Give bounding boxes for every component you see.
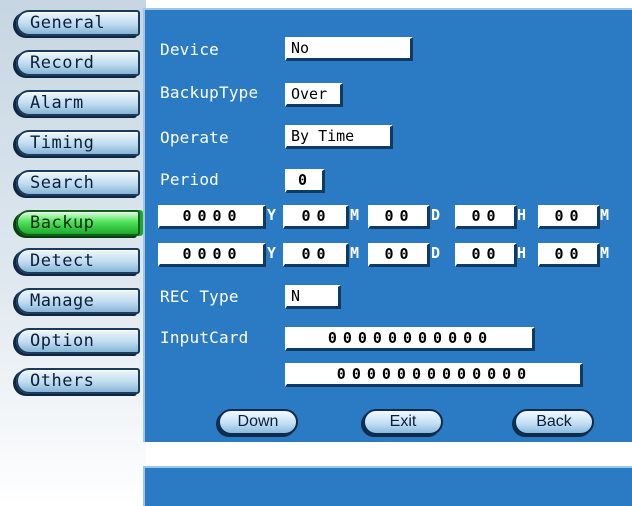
menu-search[interactable]: Search (16, 170, 140, 196)
menu-record[interactable]: Record (16, 50, 140, 76)
input-card-label: InputCard (160, 328, 249, 347)
end-minute-unit: M (600, 244, 610, 262)
device-label: Device (160, 40, 219, 59)
rec-type-label: REC Type (160, 287, 239, 306)
menu-timing[interactable]: Timing (16, 130, 140, 156)
menu-manage[interactable]: Manage (16, 288, 140, 314)
end-year-field[interactable]: 0000 (158, 243, 266, 267)
start-minute-unit: M (600, 206, 610, 224)
start-month-field[interactable]: 00 (283, 205, 349, 229)
menu-detect[interactable]: Detect (16, 248, 140, 274)
backup-type-label: BackupType (160, 83, 259, 102)
down-button[interactable]: Down (218, 409, 298, 435)
end-day-unit: D (431, 244, 441, 262)
device-field[interactable]: No (285, 37, 413, 61)
input-card-field-1[interactable]: 00000000000 (285, 327, 535, 351)
operate-field[interactable]: By Time (285, 125, 393, 149)
start-minute-field[interactable]: 00 (538, 205, 600, 229)
back-button[interactable]: Back (514, 409, 594, 435)
start-day-field[interactable]: 00 (368, 205, 430, 229)
end-year-unit: Y (267, 244, 277, 262)
start-hour-unit: H (517, 206, 527, 224)
rec-type-field[interactable]: N (285, 285, 341, 309)
end-month-field[interactable]: 00 (283, 243, 349, 267)
period-label: Period (160, 170, 219, 189)
start-year-field[interactable]: 0000 (158, 205, 266, 229)
menu-option[interactable]: Option (16, 328, 140, 354)
menu-others[interactable]: Others (16, 368, 140, 394)
menu-backup[interactable]: Backup (16, 210, 140, 236)
period-field[interactable]: 0 (285, 169, 325, 193)
status-bar (143, 466, 632, 506)
end-hour-unit: H (517, 244, 527, 262)
start-year-unit: Y (267, 206, 277, 224)
start-hour-field[interactable]: 00 (455, 205, 517, 229)
end-month-unit: M (350, 244, 360, 262)
input-card-field-2[interactable]: 0000000000000 (285, 363, 583, 387)
exit-button[interactable]: Exit (363, 409, 443, 435)
end-minute-field[interactable]: 00 (538, 243, 600, 267)
start-day-unit: D (431, 206, 441, 224)
end-day-field[interactable]: 00 (368, 243, 430, 267)
menu-alarm[interactable]: Alarm (16, 90, 140, 116)
end-hour-field[interactable]: 00 (455, 243, 517, 267)
menu-general[interactable]: General (16, 10, 140, 36)
operate-label: Operate (160, 128, 229, 147)
start-month-unit: M (350, 206, 360, 224)
backup-type-field[interactable]: Over (285, 83, 343, 107)
